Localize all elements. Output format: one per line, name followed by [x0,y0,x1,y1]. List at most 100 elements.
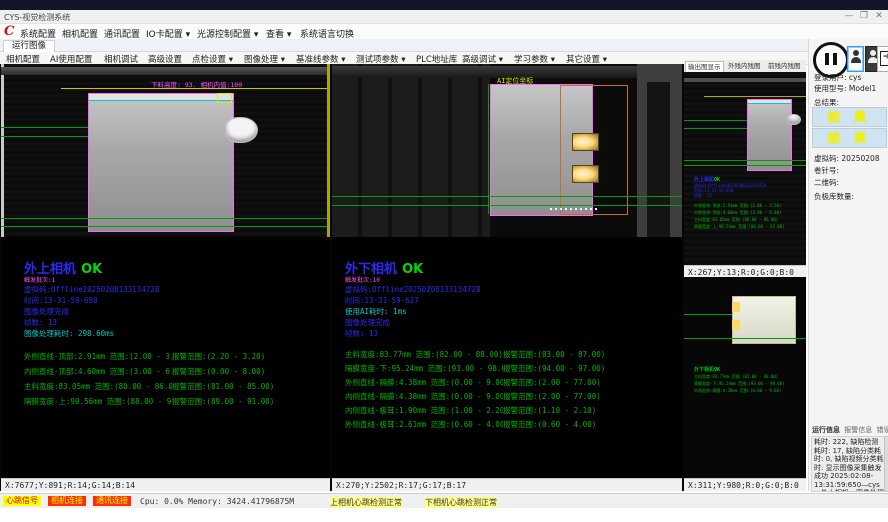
measure-value: 外侧直线-极耳:2.61mm 范围:(0.60 - 4.00) [345,418,503,432]
tab-run-image[interactable]: 运行图像 [3,40,55,52]
mini-result: 主料宽度:83.05mm 范围:(80.00 - 86.00) [694,216,785,223]
user-dark-icon [870,50,876,56]
overlay-green-line-4 [1,226,330,227]
mouse-coords-bar: X:270;Y:2502;R:17;G:17;B:17 [332,478,682,491]
overlay-green-line-3 [1,218,330,219]
right-sidebar: ➔ 登录用户: cys 使用型号: Model1 总结果: 结 果 结 果 虚拟… [808,39,888,491]
alarm-range: 报警范围:(2.20 - 3.20) [172,349,265,364]
measure-row: 隔膜宽度-下:95.24mm 范围:(93.00 - 98.00)报警范围:(9… [345,362,605,376]
frame-count-label: 帧数: 13 [24,317,274,328]
process-done-label: 图像处理完成 [345,317,605,328]
maximize-button[interactable]: ❐ [857,11,871,21]
info-scrollbar[interactable] [884,436,888,492]
minimize-button[interactable]: — [842,11,856,21]
process-done-label: 图像处理完成 [24,306,274,317]
info-tab-run[interactable]: 运行信息 [812,426,840,434]
info-tab-alarm[interactable]: 报警信息 [844,426,872,434]
gripper-clip [225,117,258,143]
alarm-range: 报警范围:(89.00 - 91.00) [172,394,274,409]
measure-row: 外侧直线-隔膜:4.38mm 范围:(0.00 - 9.00)报警范围:(2.0… [345,376,605,390]
measure-value: 外侧直线-顶部:2.91mm 范围:(2.00 - 3.50) [24,349,172,364]
info-tab-error[interactable]: 错误信息 [876,426,888,434]
camera-panel-lower-outer: AI定位坐标 外下相机 OK 触发批次:10 虚拟码:Offline202502… [332,64,682,491]
thumb-tab-output[interactable]: 输出图显示 [685,61,724,72]
pause-icon [825,53,829,65]
measure-row: 外侧直线-顶部:2.91mm 范围:(2.00 - 3.50)报警范围:(2.2… [24,349,274,364]
battery-cell-region [88,93,234,232]
thumb-tab-outer-debris[interactable]: 外残内残图 [726,61,763,71]
close-button[interactable]: ✕ [872,11,886,21]
overlay-green-vline [488,84,489,214]
pin-number-label: 卷针号: [814,165,839,176]
camera-status-ok: OK [81,262,102,277]
machine-body-left [332,64,490,237]
alarm-range: 报警范围:(0.00 - 8.00) [172,364,265,379]
thumb-tab-front-debris[interactable]: 前残内残图 [766,61,803,71]
mini-result: 隔膜宽度-上:90.56mm 范围:(88.00 - 92.00) [694,223,785,230]
measure-value: 隔膜宽度-上:90.56mm 范围:(88.00 - 92.00) [24,394,172,409]
trigger-batch-label: 触发批次:10 [345,277,605,284]
cell-top-strip [748,100,791,104]
app-window: CYS-视觉检测系统 — ❐ ✕ C 系统配置 相机配置 通讯配置 IO卡配置 … [0,0,888,522]
tab-reflective-spot-2 [572,165,599,183]
thumb-image-top[interactable]: 外上相机OK 虚拟码:Offline20250208133134728 时间:1… [684,72,806,265]
alarm-range: 报警范围:(1.10 - 2.10) [503,404,596,418]
camera-image-lower-outer[interactable]: AI定位坐标 [332,64,682,237]
measure-value: 隔膜宽度-下:95.24mm 范围:(93.00 - 98.00) [345,362,503,376]
login-user-label: 登录用户: cys [814,72,861,83]
exit-button[interactable]: ➔ [877,46,888,72]
run-info-log[interactable]: 耗时: 222, 缺陷检测耗时: 17, 缺陷分类耗时: 0, 缺陷视频分类耗时… [811,436,887,492]
gripper-clip [787,114,801,125]
camera-panel-upper-outer: 下料高度: 93. 相机内值:100 外上相机 OK 触发批次:1 虚拟码:Of… [1,64,330,491]
panel-divider-yellow [327,64,330,237]
machine-rail [1,67,330,75]
machine-rail [684,78,806,82]
measure-value: 主料宽度:83.05mm 范围:(80.00 - 86.00) [24,379,172,394]
run-info-text: 耗时: 222, 缺陷检测耗时: 17, 缺陷分类耗时: 0, 缺陷视频分类耗时… [814,438,884,492]
overlay-green-line-4 [684,165,806,166]
alarm-range: 报警范围:(2.00 - 77.00) [503,390,601,404]
measure-row: 内侧直线-顶部:4.60mm 范围:(3.00 - 6.00)报警范围:(0.0… [24,364,274,379]
measure-row: 隔膜宽度-上:90.56mm 范围:(88.00 - 92.00)报警范围:(8… [24,394,274,409]
mouse-coords-value: X:7677;Y:891;R:14;G:14;B:14 [5,481,135,490]
overlay-green-line-1 [332,196,682,197]
process-elapsed-label: 图像处理耗时: 298.60ms [24,328,274,339]
cell-top-strip [89,94,233,101]
overlay-yellow-box [217,93,232,103]
user-icon [853,50,859,56]
ai-elapsed-label: 使用AI耗时: 1ms [345,306,605,317]
camera-status-ok: OK [402,262,423,277]
stock-count-label: 负极库数量: [814,191,854,202]
screen-top-edge [0,0,888,10]
pause-icon [833,53,837,65]
menu-bar: C 系统配置 相机配置 通讯配置 IO卡配置 ▾ 光源控制配置 ▾ 查看 ▾ 系… [0,24,888,39]
exit-arrow-icon: ➔ [883,52,888,62]
measure-value: 内侧直线-顶部:4.60mm 范围:(3.00 - 6.00) [24,364,172,379]
thumb-panel-top: 外上相机OK 虚拟码:Offline20250208133134728 时间:1… [684,72,806,277]
title-bar: CYS-视觉检测系统 — ❐ ✕ [0,10,888,24]
tab-reflective-spot [732,320,740,330]
document-tab-strip: 运行图像 [0,39,888,52]
user-button-active[interactable] [847,46,864,72]
login-user-value: cys [849,73,861,82]
measure-row: 内侧直线-极耳:1.90mm 范围:(1.00 - 2.20)报警范围:(1.1… [345,404,605,418]
info-tab-strip: 运行信息 报警信息 错误信息 [812,425,888,435]
comm-link-badge: 通讯连接 [93,496,131,506]
mouse-coords-bar: X:7677;Y:891;R:14;G:14;B:14 [1,478,330,491]
mouse-coords-value: X:311;Y:980;R:0;G:0;B:0 [688,481,799,490]
upper-camera-heartbeat-status: 上相机心跳检测正常 [330,497,402,508]
model-value: Model1 [849,84,876,93]
camera-name-label: 外上相机 [24,262,76,277]
measure-value: 内侧直线-极耳:1.90mm 范围:(1.00 - 2.20) [345,404,503,418]
thumb-panel-bottom: 外下相机OK 主料宽度:83.77mm 范围:(82.00 - 88.00) 隔… [684,280,806,491]
overlay-green-line-2 [1,136,88,137]
alarm-range: 报警范围:(2.00 - 77.00) [503,376,601,390]
virtual-code-field: 虚拟码: 20250208 [814,153,880,164]
measure-row: 主料宽度:83.05mm 范围:(80.00 - 86.00)报警范围:(81.… [24,379,274,394]
thumb-image-bottom[interactable]: 外下相机OK 主料宽度:83.77mm 范围:(82.00 - 88.00) 隔… [684,280,806,478]
machine-opening [647,82,670,237]
time-label: 时间:13-31-59-650 [24,295,274,306]
camera-image-upper-outer[interactable]: 下料高度: 93. 相机内值:100 [1,64,330,237]
mini-result: 主料宽度:83.77mm 范围:(82.00 - 88.00) [694,373,785,380]
app-logo-icon: C [4,24,14,39]
